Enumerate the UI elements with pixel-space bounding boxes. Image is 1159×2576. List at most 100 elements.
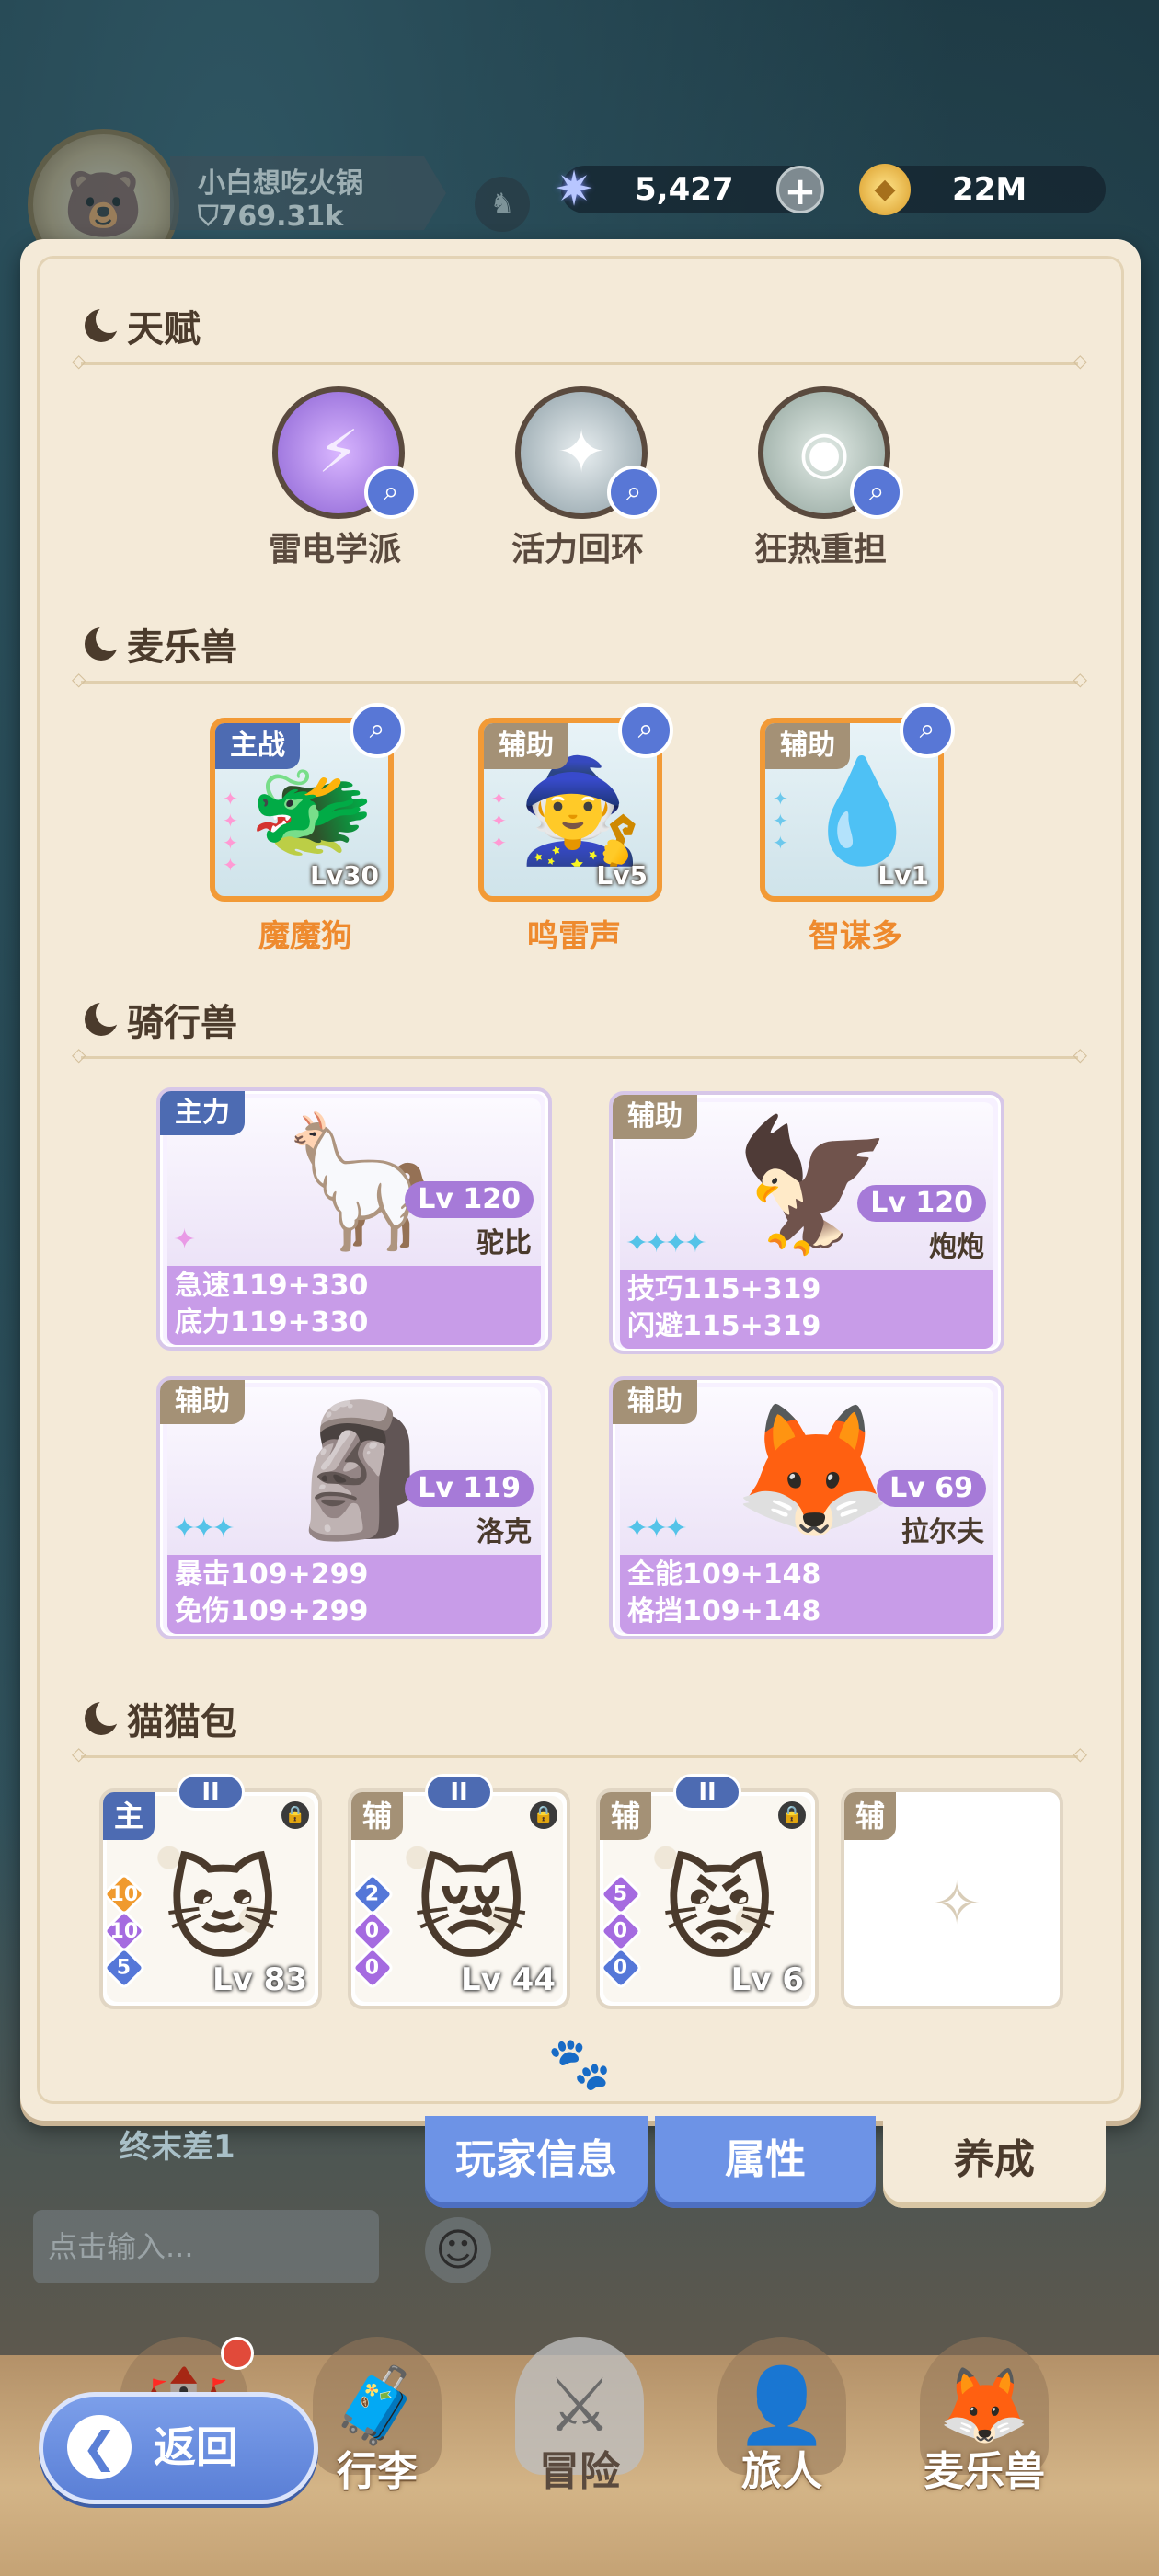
beast-slot[interactable]: 🐲 ✦ ✦ ✦ ✦ 主战 Lv30 ⌕ 魔魔狗	[204, 703, 407, 957]
back-label: 返回	[154, 2422, 238, 2472]
mount-stat: 底力119+330	[175, 1306, 369, 1339]
mount-card[interactable]: 🦙 主力 Lv 120 驼比 ✦ 急速119+330 底力119+330	[156, 1087, 552, 1351]
beast-slot[interactable]: 💧 ✦ ✦ ✦ 辅助 Lv1 ⌕ 智谋多	[754, 703, 957, 957]
tab-cultivation[interactable]: 养成	[883, 2116, 1106, 2208]
section-divider	[72, 668, 1087, 690]
grade-badge: II	[673, 1774, 741, 1811]
moon-icon	[85, 624, 123, 661]
beast-role-tag: 主战	[215, 723, 300, 769]
moon-icon	[85, 999, 123, 1036]
cat-bag-slot-empty[interactable]: 辅 ✧	[841, 1788, 1063, 2009]
other-player-name: 终末差1	[120, 2129, 235, 2166]
tab-attributes[interactable]: 属性	[655, 2116, 876, 2208]
mount-stars: ✦✦✦	[173, 1512, 235, 1545]
gem-blue: 5	[101, 1945, 147, 1991]
section-divider	[72, 350, 1087, 372]
player-power-value: 769.31k	[218, 201, 344, 233]
mount-name: 洛克	[476, 1516, 532, 1548]
mount-stat: 闪避115+319	[627, 1310, 821, 1342]
bag-level: Lv 83	[212, 1961, 307, 1998]
player-power: ⛉769.31k	[198, 201, 446, 233]
mount-name: 拉尔夫	[901, 1516, 984, 1548]
mount-level: Lv 120	[405, 1181, 534, 1218]
star-column: ✦ ✦ ✦ ✦	[223, 788, 238, 876]
magnify-icon[interactable]: ⌕	[850, 466, 903, 519]
magnify-icon[interactable]: ⌕	[350, 703, 405, 758]
mount-name: 驼比	[476, 1227, 532, 1259]
gem-purple: 10	[101, 1908, 147, 1954]
gem-column: 10 10 5	[101, 1871, 147, 1991]
gem-counter: ✷ 5,427 +	[554, 166, 824, 213]
talent-name: 活力回环	[511, 531, 644, 569]
cat-bag-slot[interactable]: 😾 辅 II 🔒 5 0 0 Lv 6	[596, 1774, 819, 2009]
mount-role-tag: 辅助	[160, 1380, 245, 1424]
mount-card[interactable]: 🗿 辅助 Lv 119 洛克 ✦✦✦ 暴击109+299 免伤109+299	[156, 1376, 552, 1639]
mount-stat: 暴击109+299	[175, 1558, 369, 1591]
beast-name: 魔魔狗	[258, 918, 352, 955]
grade-badge: II	[425, 1774, 493, 1811]
mount-stat: 技巧115+319	[627, 1273, 821, 1305]
lock-icon[interactable]: 🔒	[530, 1801, 557, 1829]
mount-stat: 急速119+330	[175, 1270, 369, 1302]
bag-level: Lv 6	[730, 1961, 804, 1998]
guild-emblem-icon[interactable]: ♞	[475, 177, 530, 232]
section-divider	[72, 1742, 1087, 1765]
moon-icon	[85, 1698, 123, 1735]
chat-input[interactable]: 点击输入...	[33, 2210, 379, 2283]
beast-role-tag: 辅助	[765, 723, 850, 769]
nav-beasts[interactable]: 🦊 麦乐兽	[892, 2337, 1076, 2539]
notification-dot	[221, 2337, 254, 2370]
gem-blue: 2	[350, 1871, 396, 1917]
nav-label: 麦乐兽	[924, 2448, 1045, 2495]
mount-stats: 暴击109+299 免伤109+299	[167, 1555, 541, 1634]
mount-level: Lv 120	[857, 1185, 986, 1222]
section-header-cat-bags: 猫猫包	[85, 1691, 237, 1746]
gem-column: 2 0 0	[350, 1871, 396, 1991]
talent-name: 雷电学派	[268, 531, 401, 569]
mount-role-tag: 主力	[160, 1091, 245, 1135]
mount-role-tag: 辅助	[613, 1095, 697, 1139]
beast-name: 智谋多	[809, 918, 902, 955]
gold-coin-icon: ◆	[859, 164, 911, 215]
star-column: ✦ ✦ ✦	[491, 788, 507, 854]
emoji-icon[interactable]: ☺	[425, 2217, 491, 2283]
gem-orange: 10	[101, 1871, 147, 1917]
cat-bag-slot[interactable]: 🐱 主 II 🔒 10 10 5 Lv 83	[99, 1774, 322, 2009]
back-button[interactable]: ❮ 返回	[39, 2392, 318, 2504]
mount-card[interactable]: 🦅 辅助 Lv 120 炮炮 ✦✦✦✦ 技巧115+319 闪避115+319	[609, 1091, 1004, 1354]
talent-slot[interactable]: ◉ ⌕ 狂热重担	[729, 386, 912, 570]
nav-traveler[interactable]: 👤 旅人	[690, 2337, 874, 2539]
tab-player-info[interactable]: 玩家信息	[425, 2116, 648, 2208]
section-divider	[72, 1043, 1087, 1065]
mount-level: Lv 119	[405, 1470, 534, 1507]
bag-level: Lv 44	[461, 1961, 556, 1998]
magnify-icon[interactable]: ⌕	[364, 466, 418, 519]
mount-card[interactable]: 🦊 辅助 Lv 69 拉尔夫 ✦✦✦ 全能109+148 格挡109+148	[609, 1376, 1004, 1639]
beast-role-tag: 辅助	[484, 723, 568, 769]
player-plate: 小白想吃火锅 ⛉769.31k	[170, 156, 446, 230]
bag-role-tag: 辅	[351, 1792, 404, 1840]
mount-stat: 格挡109+148	[627, 1595, 821, 1627]
beast-slot[interactable]: 🧙 ✦ ✦ ✦ 辅助 Lv5 ⌕ 鸣雷声	[473, 703, 675, 957]
talent-slot[interactable]: ⚡ ⌕ 雷电学派	[243, 386, 427, 570]
magnify-icon[interactable]: ⌕	[607, 466, 660, 519]
add-gems-button[interactable]: +	[776, 166, 824, 213]
cat-bag-slot[interactable]: 😿 辅 II 🔒 2 0 0 Lv 44	[348, 1774, 570, 2009]
section-header-beasts: 麦乐兽	[85, 616, 237, 672]
cat-ornament-icon: 🐾	[547, 2034, 612, 2094]
bag-role-tag: 主	[103, 1792, 155, 1840]
lock-icon[interactable]: 🔒	[778, 1801, 806, 1829]
gem-purple: 0	[350, 1908, 396, 1954]
bag-role-tag: 辅	[844, 1792, 897, 1840]
player-name: 小白想吃火锅	[198, 167, 363, 200]
lock-icon[interactable]: 🔒	[281, 1801, 309, 1829]
bag-role-tag: 辅	[600, 1792, 652, 1840]
mount-stats: 急速119+330 底力119+330	[167, 1266, 541, 1345]
beast-level: Lv1	[878, 860, 929, 891]
nav-adventure[interactable]: ⚔ 冒险	[488, 2337, 671, 2539]
gold-counter: ◆ 22M	[859, 164, 1106, 215]
talent-slot[interactable]: ✦ ⌕ 活力回环	[486, 386, 670, 570]
magnify-icon[interactable]: ⌕	[900, 703, 955, 758]
section-title-beasts: 麦乐兽	[127, 627, 237, 669]
magnify-icon[interactable]: ⌕	[618, 703, 673, 758]
